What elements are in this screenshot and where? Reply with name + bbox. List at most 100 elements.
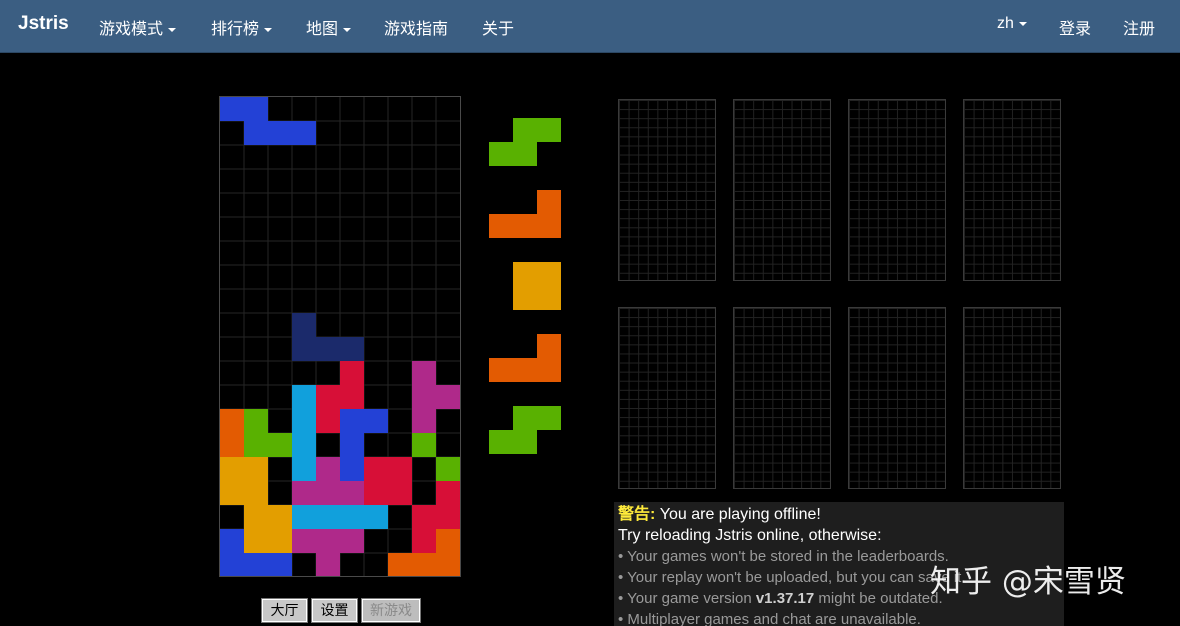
warning-subtitle: Try reloading Jstris online, otherwise: <box>618 527 882 544</box>
board-block <box>220 553 244 576</box>
board-block <box>220 433 244 457</box>
next-queue <box>489 118 561 454</box>
board-block <box>340 433 364 457</box>
board-block <box>292 481 316 505</box>
board-block <box>388 481 412 505</box>
opponent-board-8 <box>963 307 1061 489</box>
opponent-board-4 <box>963 99 1061 281</box>
board-block <box>220 97 244 121</box>
board-block <box>340 481 364 505</box>
next-piece-block <box>513 118 537 142</box>
board-block <box>412 409 436 433</box>
caret-down-icon <box>343 27 352 32</box>
next-piece-block <box>513 430 537 454</box>
ghost-block <box>292 337 316 361</box>
board-block <box>244 409 268 433</box>
board-block <box>316 505 340 529</box>
board-block <box>244 529 268 553</box>
login-link[interactable]: 登录 <box>1059 15 1091 39</box>
board-block <box>292 505 316 529</box>
next-piece-block <box>537 190 561 214</box>
board-canvas <box>220 97 460 576</box>
next-piece-block <box>513 286 537 310</box>
board-block <box>340 409 364 433</box>
board-block <box>292 409 316 433</box>
board-block <box>412 361 436 385</box>
board-block <box>220 481 244 505</box>
next-piece-block <box>513 142 537 166</box>
board-block <box>316 385 340 409</box>
board-block <box>244 97 268 121</box>
opponent-board-6 <box>733 307 831 489</box>
board-block <box>436 457 460 481</box>
next-piece-block <box>537 406 561 430</box>
board-block <box>340 505 364 529</box>
next-piece-block <box>537 286 561 310</box>
board-block <box>388 457 412 481</box>
board-block <box>316 529 340 553</box>
next-piece-block <box>537 358 561 382</box>
board-block <box>244 121 268 145</box>
next-piece-block <box>537 334 561 358</box>
board-block <box>340 385 364 409</box>
board-block <box>292 385 316 409</box>
nav-about[interactable]: 关于 <box>482 15 514 39</box>
nav-leaderboards[interactable]: 排行榜 <box>211 15 273 39</box>
board-block <box>364 409 388 433</box>
board-block <box>436 505 460 529</box>
board-block <box>268 121 292 145</box>
board-block <box>292 433 316 457</box>
board-block <box>412 505 436 529</box>
board-block <box>340 457 364 481</box>
board-block <box>412 553 436 576</box>
lobby-button[interactable]: 大厅 <box>261 598 308 623</box>
caret-down-icon <box>264 27 273 32</box>
nav-maps[interactable]: 地图 <box>306 15 352 39</box>
next-piece-block <box>513 358 537 382</box>
register-link[interactable]: 注册 <box>1123 15 1155 39</box>
next-piece-block <box>489 430 513 454</box>
board-block <box>436 481 460 505</box>
warning-label: 警告 <box>618 506 651 523</box>
board-block <box>292 121 316 145</box>
opponent-board-5 <box>618 307 716 489</box>
nav-guide[interactable]: 游戏指南 <box>384 15 448 39</box>
board-block <box>292 457 316 481</box>
language-selector[interactable]: zh <box>997 15 1027 33</box>
version-number: v1.37.17 <box>755 590 815 607</box>
next-piece-block <box>537 118 561 142</box>
board-block <box>340 529 364 553</box>
board-block <box>268 529 292 553</box>
nav-game-modes[interactable]: 游戏模式 <box>99 15 177 39</box>
board-block <box>244 481 268 505</box>
board-block <box>316 409 340 433</box>
settings-button[interactable]: 设置 <box>311 598 358 623</box>
warning-headline: 警告: You are playing offline! <box>618 506 821 523</box>
caret-down-icon <box>168 27 177 32</box>
board-block <box>364 481 388 505</box>
board-block <box>364 457 388 481</box>
board-block <box>292 529 316 553</box>
board-block <box>316 481 340 505</box>
top-navbar: Jstris 游戏模式 排行榜 地图 游戏指南 关于 zh 登录 注册 <box>0 0 1180 53</box>
board-block <box>316 457 340 481</box>
opponent-board-7 <box>848 307 946 489</box>
board-block <box>412 433 436 457</box>
game-board[interactable] <box>219 96 461 577</box>
board-block <box>268 505 292 529</box>
board-block <box>364 505 388 529</box>
opponent-board-1 <box>618 99 716 281</box>
ghost-block <box>292 313 316 337</box>
new-game-button[interactable]: 新游戏 <box>361 598 421 623</box>
board-block <box>436 529 460 553</box>
board-block <box>244 553 268 576</box>
board-block <box>268 553 292 576</box>
opponent-board-3 <box>848 99 946 281</box>
next-piece-block <box>537 262 561 286</box>
next-piece-block <box>513 262 537 286</box>
brand-logo[interactable]: Jstris <box>18 13 69 35</box>
board-block <box>388 553 412 576</box>
next-piece-block <box>513 406 537 430</box>
opponent-board-2 <box>733 99 831 281</box>
next-piece-block <box>489 214 513 238</box>
